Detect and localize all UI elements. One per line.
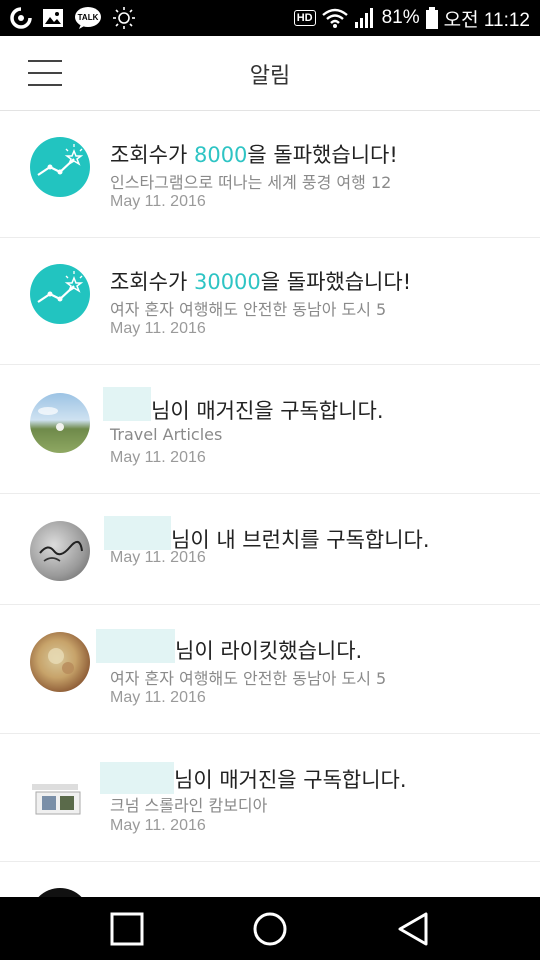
user-avatar[interactable] [30, 632, 90, 692]
app-bar: 알림 [0, 36, 540, 111]
notification-date: May 11. 2016 [110, 449, 206, 466]
notification-title: 님이 내 브런치를 구독합니다. [171, 528, 430, 552]
svg-text:TALK: TALK [78, 13, 99, 22]
back-button[interactable] [388, 909, 438, 949]
recent-apps-icon [110, 912, 144, 946]
notification-title: 님이 라이킷했습니다. [175, 639, 363, 663]
notification-item-partial[interactable] [0, 862, 540, 948]
notification-item[interactable]: 님이 내 브런치를 구독합니다. May 11. 2016 [0, 494, 540, 605]
owl-icon [10, 7, 32, 29]
notification-title: 님이 매거진을 구독합니다. [174, 768, 407, 792]
battery-percent: 81% [381, 7, 420, 28]
notification-subtitle: 인스타그램으로 떠나는 세계 풍경 여행 12 [110, 173, 392, 192]
notification-item[interactable]: 조회수가 8000을 돌파했습니다! 인스타그램으로 떠나는 세계 풍경 여행 … [0, 111, 540, 238]
notification-date: May 11. 2016 [110, 320, 206, 337]
home-button[interactable] [245, 909, 295, 949]
home-icon [253, 912, 287, 946]
redacted-username [100, 762, 174, 794]
notification-subtitle: Travel Articles [110, 425, 223, 444]
notification-date: May 11. 2016 [110, 549, 206, 566]
notification-date: May 11. 2016 [110, 193, 206, 210]
notification-item[interactable]: 님이 라이킷했습니다. 여자 혼자 여행해도 안전한 동남아 도시 5 May … [0, 605, 540, 734]
brightness-icon [112, 6, 136, 30]
user-avatar[interactable] [30, 393, 90, 453]
stats-milestone-icon [30, 137, 90, 197]
gallery-icon [42, 7, 64, 29]
user-avatar[interactable] [30, 521, 90, 581]
notification-subtitle: 여자 혼자 여행해도 안전한 동남아 도시 5 [110, 300, 387, 319]
battery-icon [425, 7, 438, 29]
notification-subtitle: 여자 혼자 여행해도 안전한 동남아 도시 5 [110, 669, 387, 688]
kakaotalk-icon: TALK [74, 6, 102, 30]
recent-apps-button[interactable] [102, 909, 152, 949]
stats-milestone-icon [30, 264, 90, 324]
notification-item[interactable]: 님이 매거진을 구독합니다. 크넘 스롤라인 캄보디아 May 11. 2016 [0, 734, 540, 862]
notification-list: 조회수가 8000을 돌파했습니다! 인스타그램으로 떠나는 세계 풍경 여행 … [0, 111, 540, 948]
notification-item[interactable]: 조회수가 30000을 돌파했습니다! 여자 혼자 여행해도 안전한 동남아 도… [0, 238, 540, 365]
status-icons-left: TALK [10, 4, 136, 32]
notification-title: 조회수가 8000을 돌파했습니다! [110, 143, 398, 167]
back-icon [398, 912, 428, 946]
redacted-username [103, 387, 151, 421]
wifi-icon [321, 8, 348, 28]
clock: 오전 11:12 [443, 9, 530, 31]
notification-date: May 11. 2016 [110, 817, 206, 834]
page-title: 알림 [249, 64, 291, 89]
notification-date: May 11. 2016 [110, 689, 206, 706]
notification-subtitle: 크넘 스롤라인 캄보디아 [110, 796, 268, 815]
user-avatar[interactable] [30, 766, 90, 826]
hd-voice-badge: HD [293, 10, 316, 26]
signal-icon [354, 8, 376, 28]
status-bar: TALK HD 81% 오전 11:12 [0, 0, 540, 36]
notification-title: 님이 매거진을 구독합니다. [151, 399, 384, 423]
notification-title: 조회수가 30000을 돌파했습니다! [110, 270, 412, 294]
status-icons-right: HD 81% 오전 11:12 [293, 4, 530, 32]
notification-item[interactable]: 님이 매거진을 구독합니다. Travel Articles May 11. 2… [0, 365, 540, 494]
redacted-username [96, 629, 175, 663]
system-nav-bar [0, 897, 540, 960]
redacted-username [104, 516, 171, 550]
